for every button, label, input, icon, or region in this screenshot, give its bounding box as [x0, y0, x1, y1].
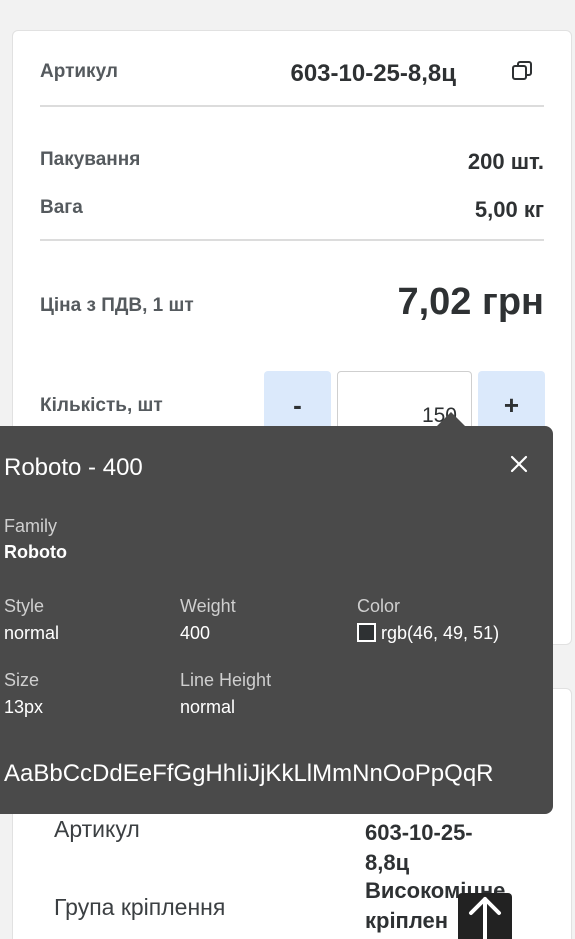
line-height-value: normal — [180, 697, 236, 717]
line-height-label: Line Height — [180, 670, 272, 690]
arrow-up-icon — [469, 897, 501, 939]
weight-label: Weight — [180, 596, 236, 616]
price-row: Ціна з ПДВ, 1 шт 7,02 грн — [40, 281, 544, 331]
copy-icon[interactable] — [510, 59, 534, 83]
close-icon[interactable] — [509, 454, 529, 474]
packaging-label: Пакування — [40, 149, 141, 170]
size-label: Size — [4, 670, 40, 690]
quantity-label: Кількість, шт — [40, 395, 163, 416]
font-inspector-title: Roboto - 400 — [4, 454, 143, 481]
style-value: normal — [4, 623, 60, 643]
details-sku-value-line1: 603-10-25- — [365, 820, 473, 845]
tooltip-arrow — [437, 412, 465, 426]
color-value: rgb(46, 49, 51) — [381, 623, 500, 643]
sku-row: Артикул 603-10-25-8,8ц — [40, 59, 544, 107]
family-value: Roboto — [4, 542, 67, 562]
details-sku-value: 603-10-25- 8,8ц — [365, 818, 473, 878]
packaging-value: 200 шт. — [467, 149, 544, 174]
color-label: Color — [357, 596, 401, 616]
details-sku-label: Артикул — [54, 816, 140, 842]
price-value: 7,02 грн — [397, 281, 544, 323]
sku-label: Артикул — [40, 61, 118, 82]
scroll-to-top-button[interactable] — [458, 893, 512, 939]
sku-value: 603-10-25-8,8ц — [290, 60, 456, 87]
style-label: Style — [4, 596, 45, 616]
weight-value: 5,00 кг — [474, 197, 544, 222]
weight-value: 400 — [180, 623, 211, 643]
details-sku-value-line2: 8,8ц — [365, 850, 410, 875]
font-sample: AaBbCcDdEeFfGgHhIiJjKkLlMmNnOoPpQqR — [4, 760, 494, 787]
details-group-label: Група кріплення — [54, 894, 226, 920]
font-inspector-tooltip: Roboto - 400 Family Roboto Style normal … — [0, 426, 553, 814]
family-label: Family — [4, 516, 57, 536]
divider — [40, 105, 544, 107]
color-value-wrap: rgb(46, 49, 51) — [357, 623, 499, 644]
size-value: 13px — [4, 697, 44, 717]
quantity-row: Кількість, шт - + — [40, 371, 545, 439]
weight-label: Вага — [40, 197, 83, 218]
price-label: Ціна з ПДВ, 1 шт — [40, 295, 194, 316]
divider — [40, 239, 544, 241]
color-swatch — [357, 623, 376, 642]
